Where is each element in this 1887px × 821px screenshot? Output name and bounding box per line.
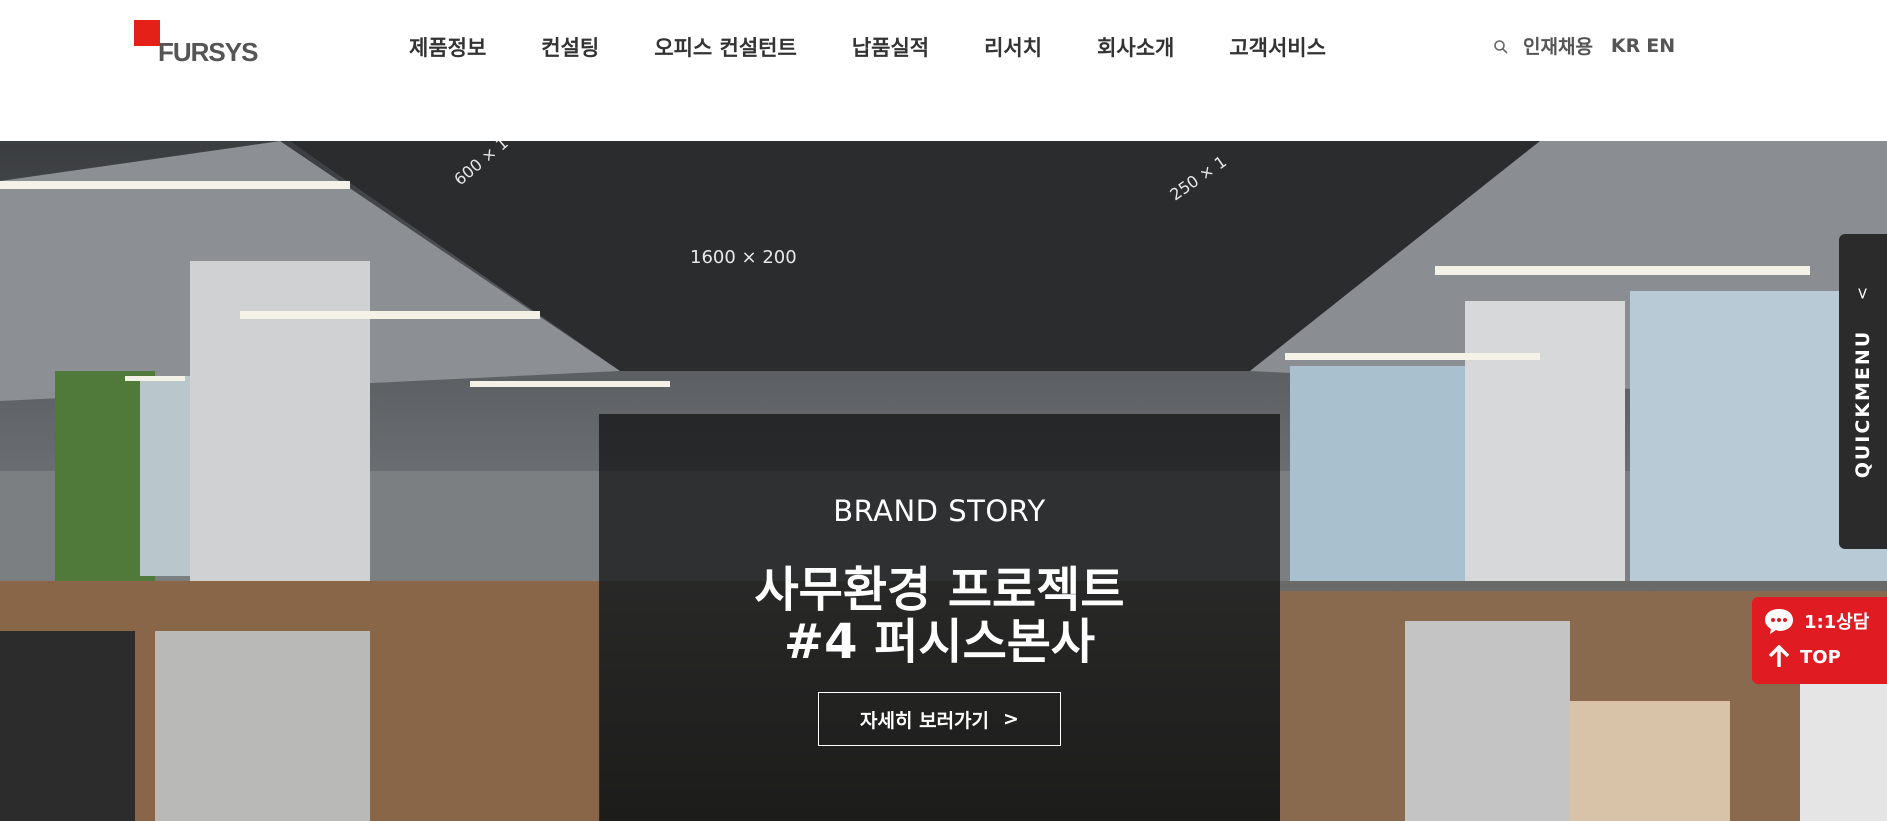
hero-title-line1: 사무환경 프로젝트 xyxy=(754,562,1125,618)
chevron-icon: > xyxy=(1853,286,1873,301)
hero-title: 사무환경 프로젝트 #4 퍼시스본사 xyxy=(599,564,1280,668)
quickmenu-tab[interactable]: > QUICKMENU xyxy=(1839,234,1887,549)
lang-kr[interactable]: KR xyxy=(1611,35,1640,57)
main-navigation: 제품정보 컨설팅 오피스 컨설턴트 납품실적 리서치 회사소개 고객서비스 xyxy=(409,32,1326,62)
arrow-up-icon xyxy=(1768,645,1790,667)
chat-consult-label: 1:1상담 xyxy=(1804,612,1870,633)
logo-text: FURSYS xyxy=(158,37,258,67)
recruit-link[interactable]: 인재채용 xyxy=(1523,32,1593,59)
chat-top-box: 1:1상담 TOP xyxy=(1752,597,1887,684)
nav-item-consulting[interactable]: 컨설팅 xyxy=(541,32,599,62)
brand-story-panel: BRAND STORY 사무환경 프로젝트 #4 퍼시스본사 자세히 보러가기 … xyxy=(599,414,1280,821)
chat-bubble-icon xyxy=(1765,609,1793,634)
chevron-right-icon: > xyxy=(1003,708,1019,730)
view-more-label: 자세히 보러가기 xyxy=(860,709,990,732)
ceiling-sign-1600: 1600 × 200 xyxy=(690,247,797,268)
scroll-top-label: TOP xyxy=(1800,646,1841,668)
nav-item-office-consultant[interactable]: 오피스 컨설턴트 xyxy=(654,32,797,62)
site-header: FURSYS 제품정보 컨설팅 오피스 컨설턴트 납품실적 리서치 회사소개 고… xyxy=(0,0,1887,141)
chat-consult-button[interactable]: 1:1상담 xyxy=(1764,607,1869,635)
logo-red-square xyxy=(134,20,160,46)
scroll-top-button[interactable]: TOP xyxy=(1764,645,1841,669)
hero-title-line2: #4 퍼시스본사 xyxy=(783,614,1096,670)
lang-en[interactable]: EN xyxy=(1646,35,1675,57)
nav-item-research[interactable]: 리서치 xyxy=(984,32,1042,62)
view-more-button[interactable]: 자세히 보러가기 > xyxy=(818,692,1061,746)
brand-story-eyebrow: BRAND STORY xyxy=(833,494,1046,528)
fursys-logo[interactable]: FURSYS xyxy=(134,20,258,70)
search-icon[interactable] xyxy=(1493,39,1509,55)
quickmenu-label: QUICKMENU xyxy=(1852,329,1874,479)
nav-item-company[interactable]: 회사소개 xyxy=(1097,32,1174,62)
nav-item-products[interactable]: 제품정보 xyxy=(409,32,486,62)
utility-menu: 인재채용 KR EN xyxy=(1493,32,1675,59)
nav-item-delivery-record[interactable]: 납품실적 xyxy=(852,32,929,62)
nav-item-customer-service[interactable]: 고객서비스 xyxy=(1229,32,1326,62)
hero-banner: 1600 × 200 250 × 1 600 × 1 BRAND STORY 사… xyxy=(0,141,1887,821)
